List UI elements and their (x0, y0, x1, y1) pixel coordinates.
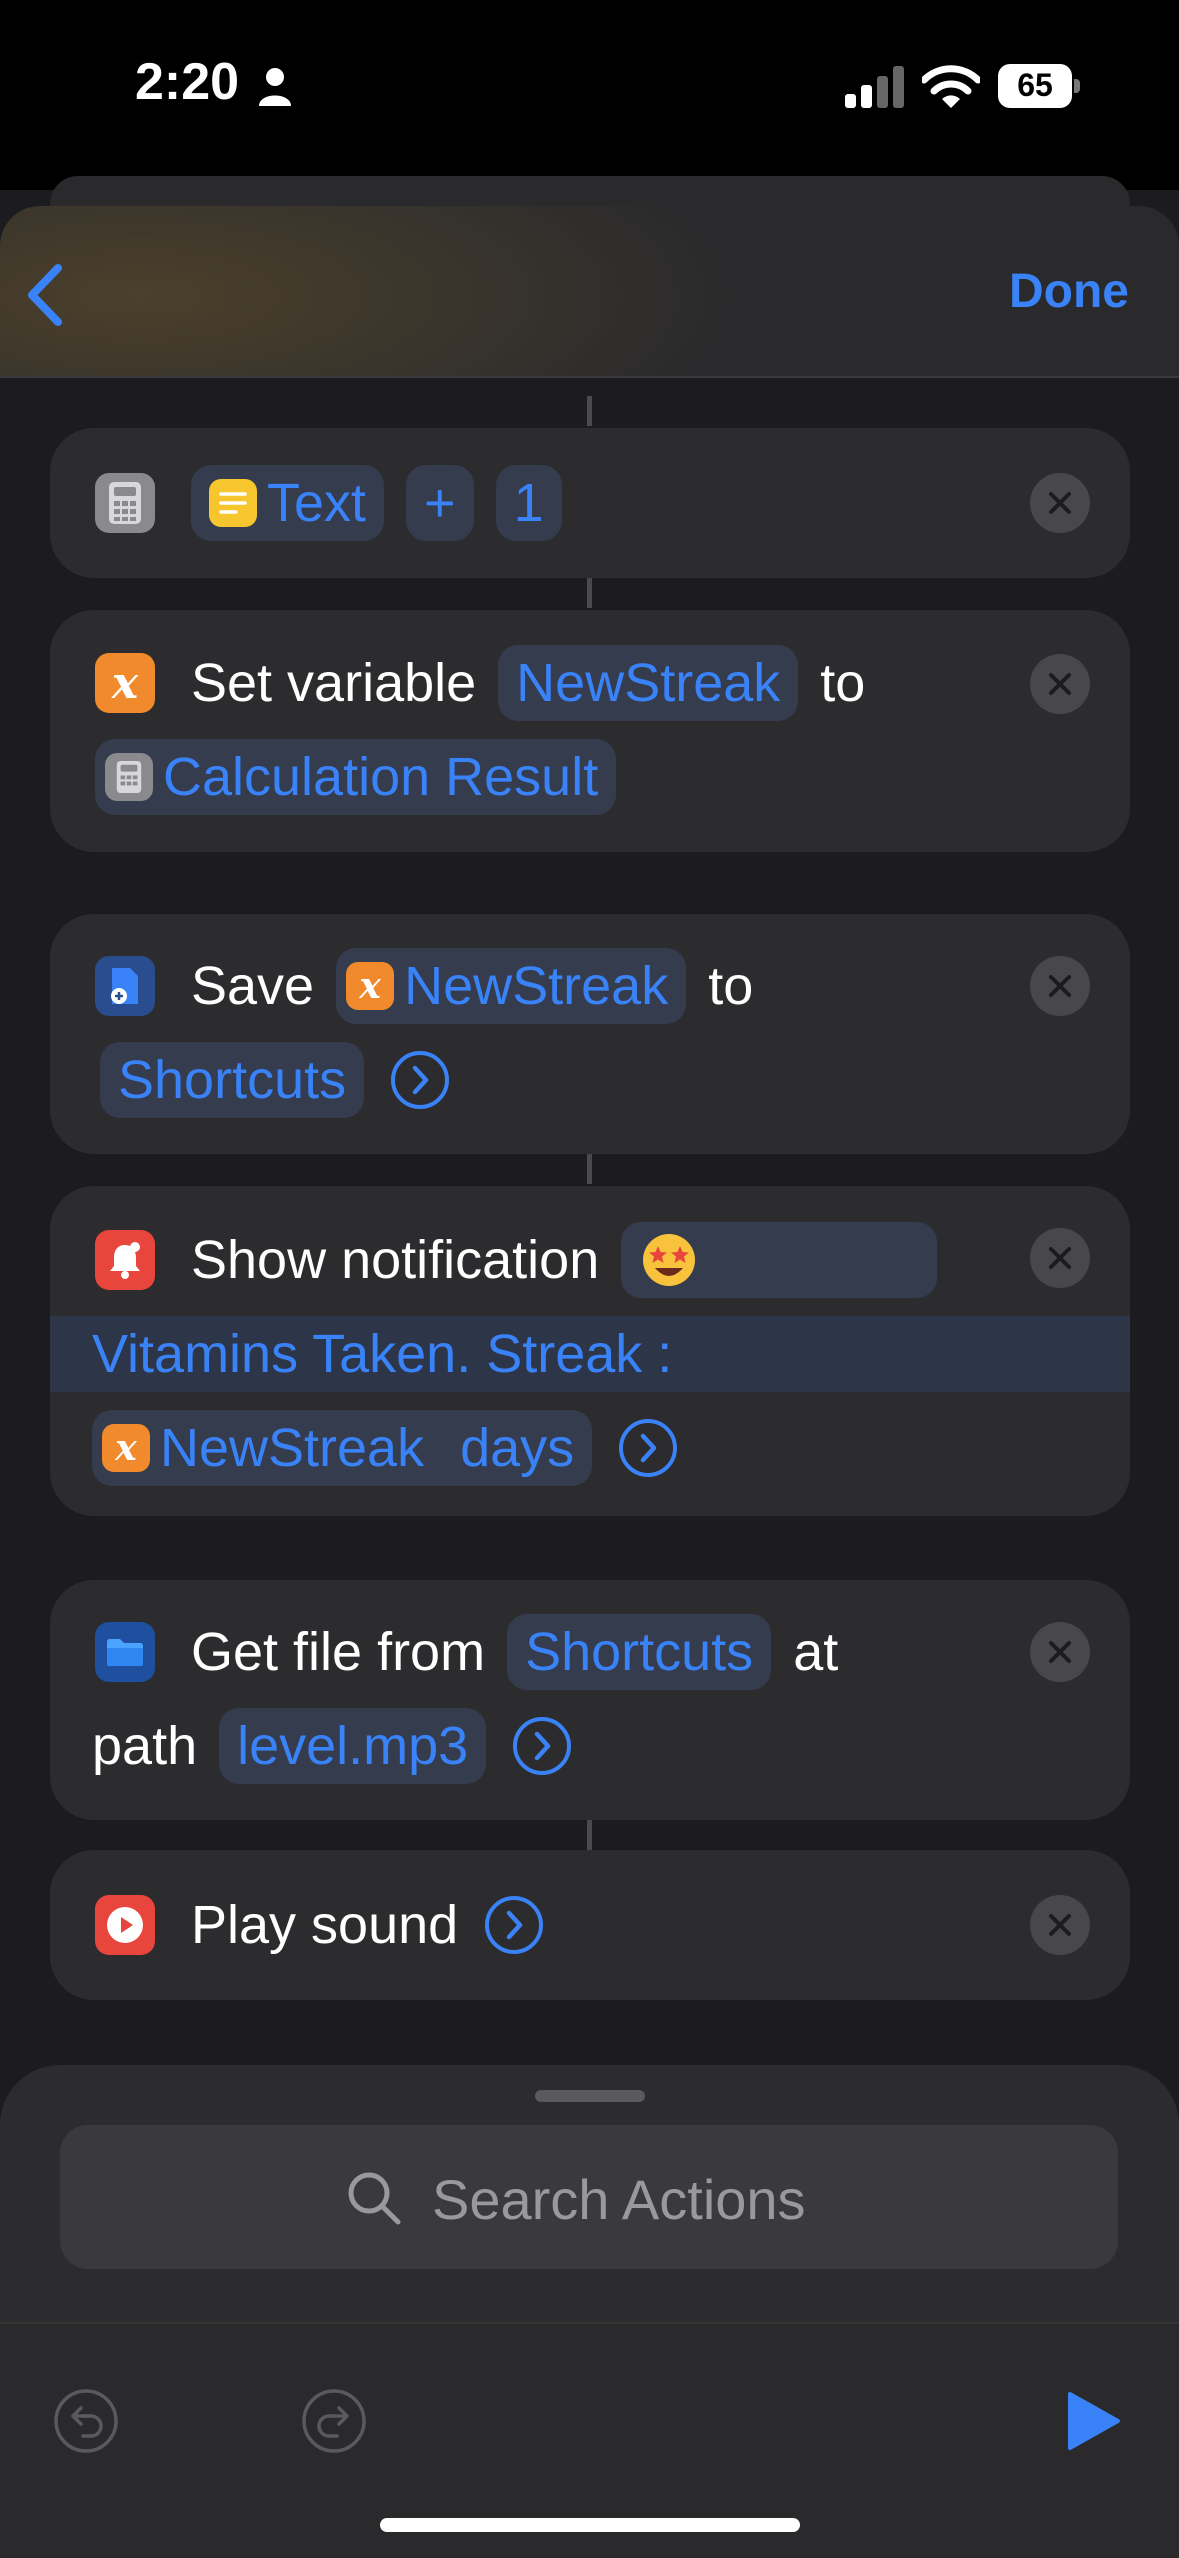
cellular-signal-icon (845, 66, 904, 108)
connector-line (587, 1820, 592, 1850)
status-time: 2:20 (135, 53, 240, 111)
search-icon (348, 2172, 401, 2225)
save-variable-label: NewStreak (404, 956, 669, 1016)
file-path-token[interactable]: level.mp3 (219, 1708, 487, 1784)
battery-icon: 65 (998, 64, 1080, 108)
save-label: Save (191, 956, 315, 1016)
at-label: at (793, 1622, 839, 1682)
home-indicator (380, 2518, 800, 2532)
calculate-input-token[interactable]: Text (191, 465, 385, 541)
remove-action-button[interactable] (1030, 1622, 1090, 1682)
play-sound-label: Play sound (191, 1895, 459, 1955)
show-notification-action[interactable]: Show notification 🤩 Vitamins Taken. Stre… (50, 1186, 1130, 1516)
calculate-action[interactable]: Text + 1 (50, 428, 1130, 578)
save-variable-token[interactable]: x NewStreak (336, 948, 687, 1024)
expand-chevron-icon[interactable] (390, 1050, 450, 1110)
status-bar: 2:20 65 (0, 0, 1179, 190)
battery-level: 65 (1017, 67, 1053, 103)
expand-chevron-icon[interactable] (618, 1418, 678, 1478)
to-label: to (820, 653, 866, 713)
search-placeholder: Search Actions (432, 2168, 806, 2231)
save-destination-token[interactable]: Shortcuts (100, 1042, 365, 1118)
calculate-input-label: Text (267, 473, 367, 533)
run-shortcut-play-icon[interactable] (1058, 2388, 1124, 2454)
notification-variable-label: NewStreak (160, 1418, 425, 1478)
calculator-icon (105, 753, 153, 801)
text-icon (209, 479, 257, 527)
connector-line (587, 1154, 592, 1184)
notification-bell-icon (95, 1230, 155, 1290)
calculate-operand-token[interactable]: 1 (495, 465, 562, 541)
save-file-action[interactable]: Save x NewStreak to Shortcuts (50, 914, 1130, 1154)
navigation-bar: Done (0, 206, 1179, 378)
wifi-icon (922, 65, 980, 108)
back-chevron-icon[interactable] (20, 260, 70, 330)
folder-icon (95, 1622, 155, 1682)
set-variable-label: Set variable (191, 653, 477, 713)
done-button[interactable]: Done (1009, 264, 1129, 319)
remove-action-button[interactable] (1030, 473, 1090, 533)
set-variable-action[interactable]: x Set variable NewStreak to Calculation … (50, 610, 1130, 852)
notification-title-token[interactable]: 🤩 (621, 1222, 938, 1298)
search-actions-field[interactable]: Search Actions (60, 2125, 1118, 2269)
star-struck-emoji-icon (643, 1234, 696, 1286)
show-notification-label: Show notification (191, 1230, 600, 1290)
notification-variable-token[interactable]: x NewStreak (92, 1410, 443, 1486)
notification-suffix-text[interactable]: days (442, 1410, 593, 1486)
remove-action-button[interactable] (1030, 1228, 1090, 1288)
calculation-result-token[interactable]: Calculation Result (95, 739, 617, 815)
expand-chevron-icon[interactable] (484, 1895, 544, 1955)
redo-icon[interactable] (301, 2388, 367, 2454)
sheet-grabber[interactable] (535, 2090, 645, 2102)
connector-line (587, 578, 592, 608)
to-label: to (708, 956, 754, 1016)
get-file-action[interactable]: Get file from Shortcuts at path level.mp… (50, 1580, 1130, 1820)
notification-message-text[interactable]: Vitamins Taken. Streak : (92, 1323, 672, 1385)
get-file-label: Get file from (191, 1622, 486, 1682)
connector-line (587, 396, 592, 426)
expand-chevron-icon[interactable] (512, 1716, 572, 1776)
calculation-result-label: Calculation Result (163, 747, 599, 807)
path-label: path (92, 1716, 198, 1776)
variable-icon: x (102, 1424, 150, 1472)
actions-list: Text + 1 x Set variable NewStreak to Cal… (0, 376, 1179, 2076)
variable-icon: x (95, 653, 155, 713)
play-sound-action[interactable]: Play sound (50, 1850, 1130, 2000)
remove-action-button[interactable] (1030, 1895, 1090, 1955)
variable-icon: x (346, 962, 395, 1010)
play-sound-icon (95, 1895, 155, 1955)
remove-action-button[interactable] (1030, 956, 1090, 1016)
remove-action-button[interactable] (1030, 654, 1090, 714)
person-icon (259, 68, 291, 106)
action-search-sheet: Search Actions (0, 2065, 1179, 2325)
file-source-token[interactable]: Shortcuts (507, 1614, 772, 1690)
undo-icon[interactable] (53, 2388, 119, 2454)
calculate-operator-token[interactable]: + (406, 465, 474, 541)
calculator-icon (95, 473, 155, 533)
variable-name-token[interactable]: NewStreak (498, 645, 799, 721)
save-document-icon (95, 956, 155, 1016)
